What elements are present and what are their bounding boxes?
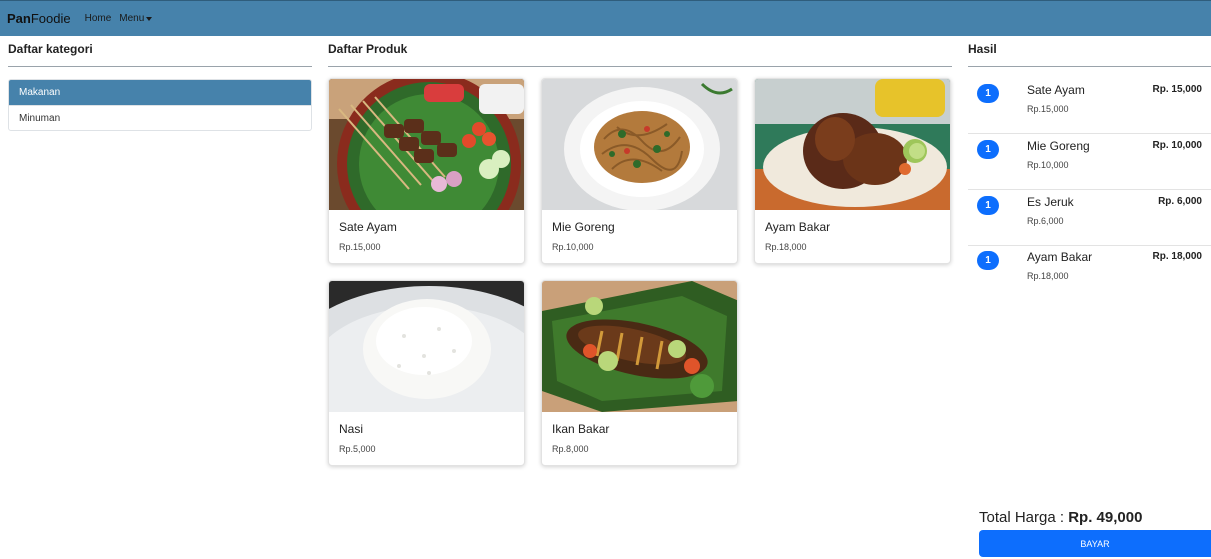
brand-logo[interactable]: PanFoodie [7,11,71,26]
product-price: Rp.18,000 [765,242,807,252]
result-item-price: Rp.10,000 [1027,160,1069,170]
quantity-badge: 1 [977,140,999,159]
sate-ayam-photo [329,79,524,210]
quantity-badge: 1 [977,196,999,215]
result-heading: Hasil [968,42,997,56]
products-heading: Daftar Produk [328,42,408,56]
result-item-price: Rp.18,000 [1027,271,1069,281]
categories-divider [8,66,312,67]
total-label: Total Harga : [979,509,1069,526]
ikan-bakar-photo [542,281,737,412]
category-item-makanan[interactable]: Makanan [9,80,311,105]
product-name: Sate Ayam [339,220,397,234]
result-item-name: Ayam Bakar [1027,250,1093,264]
product-price: Rp.8,000 [552,444,589,454]
pay-button[interactable]: BAYAR [979,530,1211,557]
result-item[interactable]: 1 Ayam Bakar Rp.18,000 Rp. 18,000 [968,245,1211,301]
product-card-sate-ayam[interactable]: Sate Ayam Rp.15,000 [328,78,525,264]
nav-link-home[interactable]: Home [85,13,112,24]
product-card-nasi[interactable]: Nasi Rp.5,000 [328,280,525,466]
result-item-total: Rp. 6,000 [1158,196,1202,207]
product-price: Rp.10,000 [552,242,594,252]
result-item-price: Rp.15,000 [1027,104,1069,114]
result-item-name: Sate Ayam [1027,83,1085,97]
product-card-mie-goreng[interactable]: Mie Goreng Rp.10,000 [541,78,738,264]
navbar: PanFoodie Home Menu [0,0,1211,36]
result-item[interactable]: 1 Mie Goreng Rp.10,000 Rp. 10,000 [968,134,1211,190]
product-name: Nasi [339,422,364,436]
nasi-photo [329,281,524,412]
result-item-name: Mie Goreng [1027,139,1090,153]
nav-link-menu-dropdown[interactable]: Menu [119,13,153,24]
result-item-name: Es Jeruk [1027,195,1074,209]
result-item[interactable]: 1 Sate Ayam Rp.15,000 Rp. 15,000 [968,78,1211,134]
category-item-minuman[interactable]: Minuman [9,105,311,130]
product-card-ayam-bakar[interactable]: Ayam Bakar Rp.18,000 [754,78,951,264]
quantity-badge: 1 [977,84,999,103]
product-price: Rp.15,000 [339,242,381,252]
result-item-total: Rp. 15,000 [1152,84,1202,95]
nav-link-menu-label: Menu [119,13,145,24]
product-name: Ikan Bakar [552,422,610,436]
total-value: Rp. 49,000 [1068,509,1143,526]
products-divider [328,66,952,67]
quantity-badge: 1 [977,251,999,270]
caret-down-icon [146,16,153,21]
result-item-price: Rp.6,000 [1027,216,1064,226]
product-name: Mie Goreng [552,220,615,234]
result-item[interactable]: 1 Es Jeruk Rp.6,000 Rp. 6,000 [968,190,1211,246]
result-divider [968,66,1211,67]
result-item-total: Rp. 10,000 [1152,140,1202,151]
brand-bold: Pan [7,11,31,26]
brand-rest: Foodie [30,11,71,26]
category-list: Makanan Minuman [8,79,312,131]
mie-goreng-photo [542,79,737,210]
result-item-total: Rp. 18,000 [1152,251,1202,262]
ayam-bakar-photo [755,79,950,210]
total-price: Total Harga : Rp. 49,000 [979,509,1142,526]
product-price: Rp.5,000 [339,444,376,454]
categories-heading: Daftar kategori [8,42,93,56]
product-card-ikan-bakar[interactable]: Ikan Bakar Rp.8,000 [541,280,738,466]
product-name: Ayam Bakar [765,220,831,234]
